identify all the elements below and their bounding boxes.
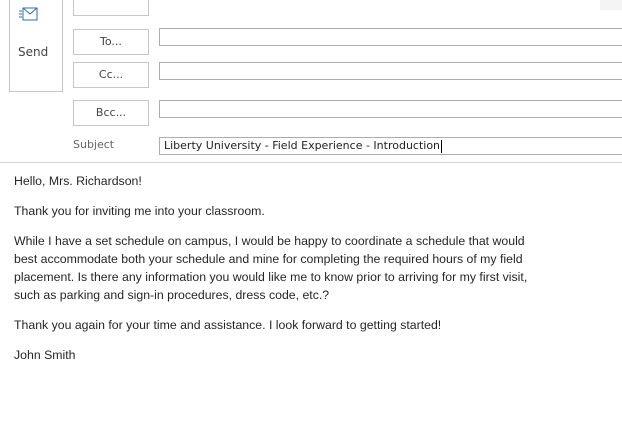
body-paragraph-2-line-1: While I have a set schedule on campus, I… [14,234,525,248]
window-edge [600,0,622,10]
bcc-field[interactable] [159,100,622,118]
send-mail-icon [19,7,38,21]
send-button-label: Send [18,45,49,59]
text-cursor [441,139,443,153]
cc-button[interactable]: Cc... [73,62,149,88]
subject-label: Subject [73,138,115,151]
message-body[interactable]: Hello, Mrs. Richardson! Thank you for in… [14,172,618,364]
body-paragraph-2-line-4: such as parking and sign-in procedures, … [14,288,330,302]
to-field[interactable] [159,28,622,46]
cc-field[interactable] [159,62,622,80]
message-header: Send To... Cc... Bcc... Subject Liberty … [0,0,622,160]
send-button[interactable]: Send [9,0,63,92]
body-paragraph-2: While I have a set schedule on campus, I… [14,232,618,304]
to-button[interactable]: To... [73,29,149,55]
subject-text: Liberty University - Field Experience - … [164,139,441,152]
from-button[interactable] [73,0,149,16]
body-paragraph-2-line-3: placement. Is there any information you … [14,270,528,284]
greeting-line: Hello, Mrs. Richardson! [14,174,142,188]
header-divider [0,162,622,163]
subject-field[interactable]: Liberty University - Field Experience - … [159,137,622,155]
bcc-button[interactable]: Bcc... [73,100,149,126]
body-paragraph-1: Thank you for inviting me into your clas… [14,204,265,218]
body-paragraph-2-line-2: best accommodate both your schedule and … [14,252,523,266]
body-paragraph-3: Thank you again for your time and assist… [14,318,442,332]
signature: John Smith [14,348,76,362]
